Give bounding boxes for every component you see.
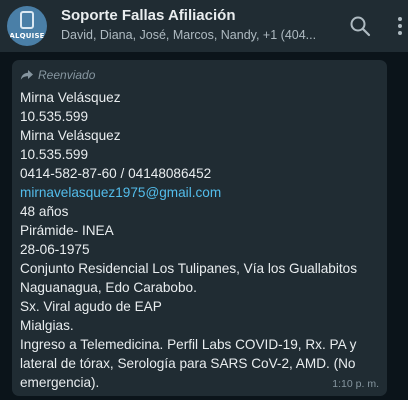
message-line: 28-06-1975 — [20, 242, 90, 257]
message-text: Mirna Velásquez 10.535.599 Mirna Velásqu… — [20, 88, 380, 392]
message-line: Sx. Viral agudo de EAP — [20, 299, 162, 314]
message-line: 10.535.599 — [20, 109, 89, 124]
message-line: 10.535.599 — [20, 147, 89, 162]
message-line: Pirámide- INEA — [20, 223, 114, 238]
chat-header[interactable]: ALQUISE Soporte Fallas Afiliación David,… — [0, 0, 408, 52]
avatar-logo-text: ALQUISE — [9, 32, 45, 40]
message-timestamp: 1:10 p. m. — [332, 378, 379, 390]
message-line: Mirna Velásquez — [20, 128, 121, 143]
message-line: Mialgias. — [20, 318, 74, 333]
message-line: emergencia). — [20, 375, 100, 390]
message-line: lateral de tórax, Serología para SARS Co… — [20, 356, 356, 371]
avatar-logo-icon — [20, 11, 34, 29]
message-bubble[interactable]: Reenviado Mirna Velásquez 10.535.599 Mir… — [12, 60, 387, 396]
message-line: Ingreso a Telemedicina. Perfil Labs COVI… — [20, 337, 357, 352]
email-link[interactable]: mirnavelasquez1975@gmail.com — [20, 183, 380, 202]
message-line: Mirna Velásquez — [20, 90, 121, 105]
forward-arrow-icon — [20, 70, 33, 80]
group-avatar[interactable]: ALQUISE — [7, 6, 47, 46]
message-line: Conjunto Residencial Los Tulipanes, Vía … — [20, 261, 358, 276]
message-line: Naguanagua, Edo Carabobo. — [20, 280, 197, 295]
search-icon[interactable] — [348, 14, 372, 38]
chat-title[interactable]: Soporte Fallas Afiliación — [61, 7, 235, 24]
participants-list[interactable]: David, Diana, José, Marcos, Nandy, +1 (4… — [61, 28, 323, 42]
message-line: 48 años — [20, 204, 69, 219]
message-line: 0414-582-87-60 / 04148086452 — [20, 166, 212, 181]
forwarded-label: Reenviado — [38, 68, 96, 82]
more-vertical-icon[interactable] — [394, 14, 406, 38]
forwarded-indicator: Reenviado — [20, 68, 95, 82]
